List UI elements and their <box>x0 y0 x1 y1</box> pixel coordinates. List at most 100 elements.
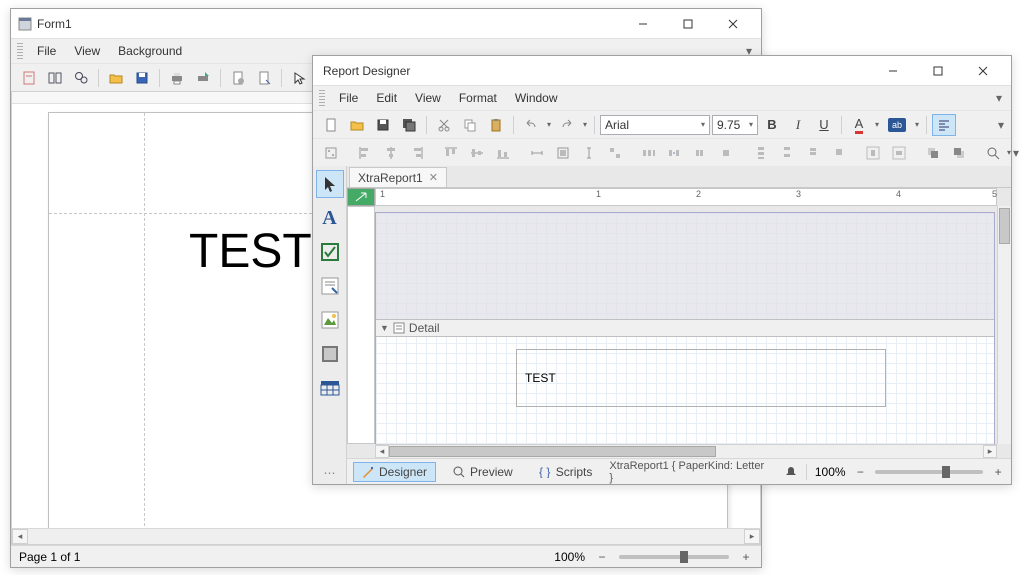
center-horizontally-icon[interactable] <box>861 142 885 164</box>
form1-maximize-button[interactable] <box>665 10 710 38</box>
italic-button[interactable]: I <box>786 114 810 136</box>
vspace-remove-icon[interactable] <box>827 142 851 164</box>
save-all-icon[interactable] <box>397 114 421 136</box>
rd-menu-file[interactable]: File <box>331 88 366 108</box>
scroll-right-icon[interactable]: ▸ <box>983 445 997 458</box>
new-report-icon[interactable] <box>319 114 343 136</box>
font-size-combo[interactable]: 9.75▾ <box>712 115 758 135</box>
form1-menu-file[interactable]: File <box>29 41 64 61</box>
save-icon[interactable] <box>130 67 154 89</box>
rd-menu-window[interactable]: Window <box>507 88 566 108</box>
rd-ruler-vertical[interactable] <box>347 206 375 444</box>
zoom-in-button[interactable]: + <box>739 550 753 564</box>
vspace-increase-icon[interactable] <box>775 142 799 164</box>
find-icon[interactable] <box>69 67 93 89</box>
rd-ruler-horizontal[interactable]: 1 1 2 3 4 5 <box>375 188 997 206</box>
undo-icon[interactable] <box>519 114 543 136</box>
scale-icon[interactable] <box>252 67 276 89</box>
form1-minimize-button[interactable] <box>620 10 665 38</box>
palette-more-icon[interactable]: ⋯ <box>324 466 336 480</box>
thumbnails-icon[interactable] <box>43 67 67 89</box>
collapse-icon[interactable]: ▼ <box>380 323 389 333</box>
open-icon[interactable] <box>104 67 128 89</box>
scroll-right-icon[interactable]: ▸ <box>744 529 760 544</box>
tab-preview[interactable]: Preview <box>444 462 522 482</box>
print-icon[interactable] <box>165 67 189 89</box>
scroll-left-icon[interactable]: ◂ <box>375 445 389 458</box>
send-to-back-icon[interactable] <box>947 142 971 164</box>
hspace-decrease-icon[interactable] <box>689 142 713 164</box>
rd-titlebar[interactable]: Report Designer <box>313 56 1011 86</box>
quick-print-icon[interactable] <box>191 67 215 89</box>
notifications-icon[interactable] <box>784 465 798 479</box>
fore-color-button[interactable]: A <box>847 114 871 136</box>
underline-button[interactable]: U <box>812 114 836 136</box>
checkbox-tool-icon[interactable] <box>316 238 344 266</box>
same-width-icon[interactable] <box>525 142 549 164</box>
rd-design-surface[interactable]: 1 1 2 3 4 5 ▼ Detail <box>347 188 1011 458</box>
zoom-icon[interactable] <box>981 142 1005 164</box>
rd-hscrollbar[interactable]: ◂ ▸ <box>375 444 997 458</box>
rd-vscrollbar[interactable] <box>997 206 1011 444</box>
tab-scripts[interactable]: { } Scripts <box>530 462 602 482</box>
hspace-remove-icon[interactable] <box>715 142 739 164</box>
vspace-decrease-icon[interactable] <box>801 142 825 164</box>
paste-icon[interactable] <box>484 114 508 136</box>
size-to-grid-icon[interactable] <box>551 142 575 164</box>
hspace-equal-icon[interactable] <box>637 142 661 164</box>
picturebox-tool-icon[interactable] <box>316 306 344 334</box>
copy-icon[interactable] <box>458 114 482 136</box>
open-icon[interactable] <box>345 114 369 136</box>
rd-menu-format[interactable]: Format <box>451 88 505 108</box>
align-rights-icon[interactable] <box>405 142 429 164</box>
same-size-icon[interactable] <box>603 142 627 164</box>
align-to-grid-icon[interactable] <box>319 142 343 164</box>
zoom-slider[interactable] <box>619 555 729 559</box>
toolbar-grip-icon[interactable] <box>17 43 23 59</box>
align-lefts-icon[interactable] <box>353 142 377 164</box>
align-tops-icon[interactable] <box>439 142 463 164</box>
table-tool-icon[interactable] <box>316 374 344 402</box>
toolbar-overflow-icon[interactable]: ▾ <box>995 119 1007 131</box>
panel-tool-icon[interactable] <box>316 340 344 368</box>
page-setup-icon[interactable] <box>226 67 250 89</box>
redo-icon[interactable] <box>555 114 579 136</box>
cut-icon[interactable] <box>432 114 456 136</box>
rd-menu-view[interactable]: View <box>407 88 449 108</box>
zoom-out-button[interactable]: − <box>595 550 609 564</box>
rd-doc-tab[interactable]: XtraReport1 ✕ <box>349 167 447 187</box>
richtext-tool-icon[interactable] <box>316 272 344 300</box>
close-tab-icon[interactable]: ✕ <box>429 171 438 184</box>
align-bottoms-icon[interactable] <box>491 142 515 164</box>
parameters-icon[interactable] <box>17 67 41 89</box>
rd-minimize-button[interactable] <box>870 57 915 85</box>
zoom-in-button[interactable]: + <box>991 465 1005 479</box>
center-vertically-icon[interactable] <box>887 142 911 164</box>
rd-label-control[interactable]: TEST <box>516 349 886 407</box>
tab-designer[interactable]: Designer <box>353 462 436 482</box>
bold-button[interactable]: B <box>760 114 784 136</box>
undo-dropdown[interactable]: ▾ <box>545 120 553 129</box>
menubar-overflow-icon[interactable]: ▾ <box>993 92 1005 104</box>
align-centers-icon[interactable] <box>379 142 403 164</box>
back-color-button[interactable]: ab <box>883 114 911 136</box>
hspace-increase-icon[interactable] <box>663 142 687 164</box>
toolbar-overflow-icon[interactable]: ▾ <box>1013 147 1019 159</box>
same-height-icon[interactable] <box>577 142 601 164</box>
redo-dropdown[interactable]: ▾ <box>581 120 589 129</box>
pointer-icon[interactable] <box>287 67 311 89</box>
fore-color-dropdown[interactable]: ▾ <box>873 120 881 129</box>
align-middles-icon[interactable] <box>465 142 489 164</box>
vspace-equal-icon[interactable] <box>749 142 773 164</box>
pointer-tool-icon[interactable] <box>316 170 344 198</box>
zoom-dropdown[interactable]: ▾ <box>1007 148 1011 157</box>
form1-titlebar[interactable]: Form1 <box>11 9 761 39</box>
toolbar-grip-icon[interactable] <box>319 90 325 106</box>
font-family-combo[interactable]: Arial▾ <box>600 115 710 135</box>
ruler-corner-icon[interactable] <box>347 188 375 206</box>
bring-to-front-icon[interactable] <box>921 142 945 164</box>
back-color-dropdown[interactable]: ▾ <box>913 120 921 129</box>
label-tool-icon[interactable]: A <box>316 204 344 232</box>
save-icon[interactable] <box>371 114 395 136</box>
scroll-track[interactable] <box>28 529 744 544</box>
